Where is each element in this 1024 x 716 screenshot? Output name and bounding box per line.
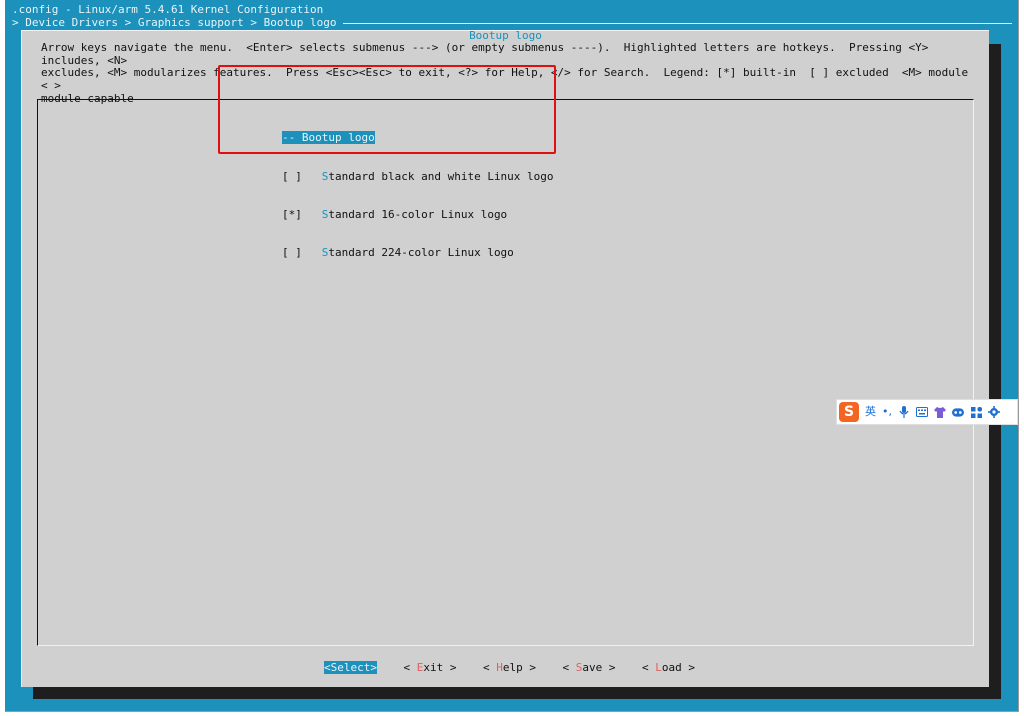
help-button-rest: elp > — [502, 661, 536, 674]
annotation-highlight-box — [218, 65, 556, 154]
toolbox-grid-icon[interactable] — [970, 406, 982, 418]
checkbox-mark[interactable]: [ ] — [282, 246, 302, 259]
save-button-pre: < — [562, 661, 576, 674]
checkbox-mark[interactable]: [ ] — [282, 170, 302, 183]
save-button[interactable]: < Save > — [562, 661, 615, 674]
skin-shirt-icon[interactable] — [934, 406, 946, 418]
ime-mode-indicator[interactable]: 英 — [865, 405, 876, 419]
exit-button-rest: xit > — [423, 661, 457, 674]
breadcrumb-rule — [342, 23, 1012, 24]
exit-button-pre: < — [403, 661, 417, 674]
load-button-rest: oad > — [661, 661, 695, 674]
menu-item-label: tandard 224-color Linux logo — [328, 245, 514, 259]
load-button-hotkey: L — [655, 661, 662, 674]
menu-box: -- Bootup logo [ ] Standard black and wh… — [37, 99, 974, 646]
ime-toolbar[interactable]: S 英 •, — [836, 399, 1018, 425]
settings-gear-icon[interactable] — [988, 406, 1000, 418]
ime-logo-icon[interactable]: S — [839, 402, 859, 422]
select-button[interactable]: <Select> — [324, 661, 377, 674]
menu-item-bw-logo[interactable]: [ ] Standard black and white Linux logo — [282, 169, 554, 184]
ime-punctuation-toggle[interactable]: •, — [882, 405, 892, 419]
microphone-icon[interactable] — [898, 406, 910, 418]
load-button[interactable]: < Load > — [642, 661, 695, 674]
window-title: .config - Linux/arm 5.4.61 Kernel Config… — [12, 3, 324, 16]
help-button[interactable]: < Help > — [483, 661, 536, 674]
checkbox-mark[interactable]: [*] — [282, 208, 302, 221]
exit-button[interactable]: < Exit > — [403, 661, 456, 674]
keyboard-icon[interactable] — [916, 406, 928, 418]
load-button-pre: < — [641, 661, 656, 674]
breadcrumb-text: > Device Drivers > Graphics support > Bo… — [12, 16, 337, 30]
terminal-window: .config - Linux/arm 5.4.61 Kernel Config… — [5, 0, 1019, 712]
gamepad-icon[interactable] — [952, 406, 964, 418]
button-bar: <Select> < Exit > < Help > < Save > < Lo… — [324, 661, 695, 675]
menu-item-label: tandard 16-color Linux logo — [328, 207, 508, 221]
menu-item-16color-logo[interactable]: [*] Standard 16-color Linux logo — [282, 207, 554, 222]
menu-item-label: tandard black and white Linux logo — [328, 169, 554, 183]
save-button-rest: ave > — [582, 661, 616, 674]
help-button-hotkey: H — [496, 661, 503, 674]
help-button-pre: < — [482, 661, 497, 674]
menu-item-224color-logo[interactable]: [ ] Standard 224-color Linux logo — [282, 245, 554, 260]
